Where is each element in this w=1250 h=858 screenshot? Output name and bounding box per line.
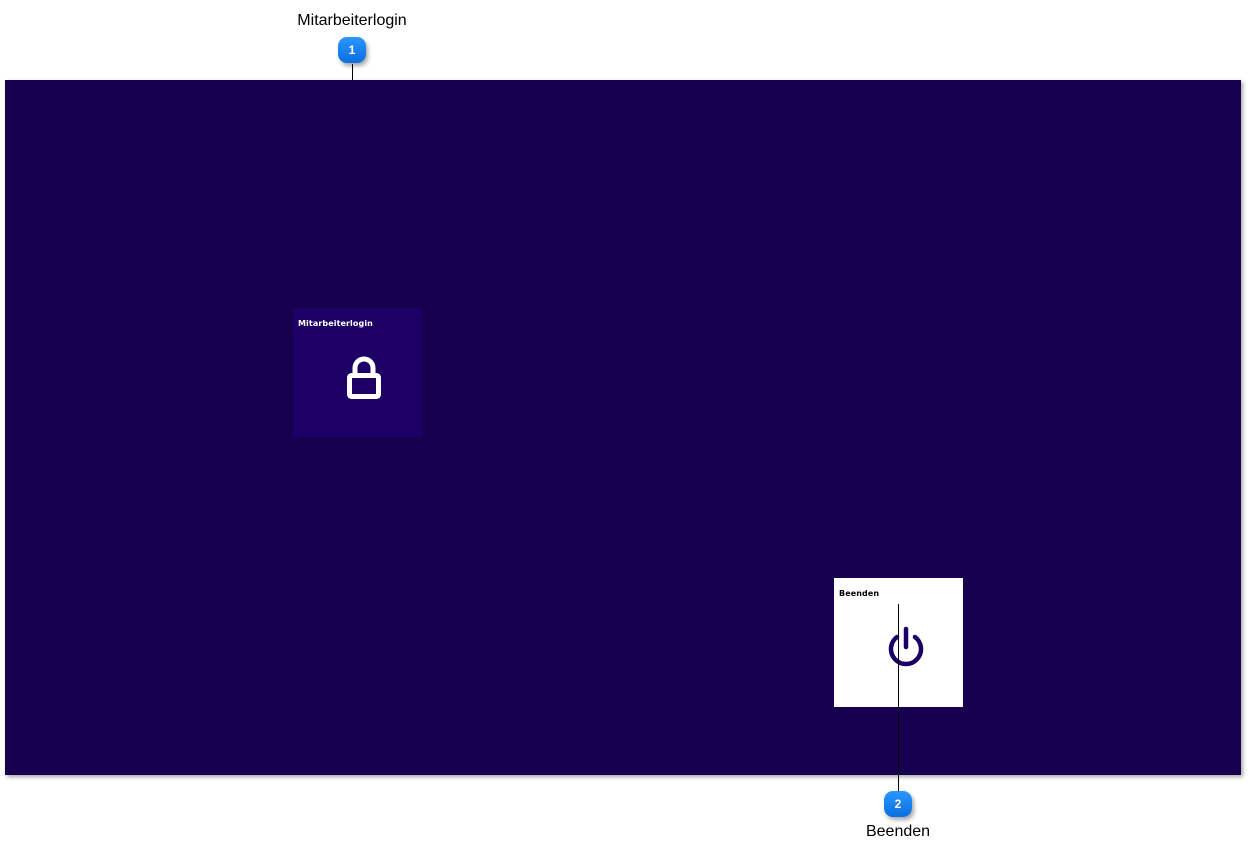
employee-login-label: Mitarbeiterlogin [298,319,373,328]
callout-line-2 [898,604,899,791]
app-screen: Mitarbeiterlogin Beenden [5,80,1241,775]
callout-label-2: Beenden [865,823,931,840]
power-icon [888,626,924,667]
exit-label: Beenden [839,589,880,598]
callout-label-1: Mitarbeiterlogin [297,12,407,29]
annotated-screenshot: Mitarbeiterlogin Mitarbeiterlogin Beende… [0,0,1250,858]
callout-badge-1: 1 [338,37,366,63]
callout-badge-2: 2 [884,791,912,817]
employee-login-tile[interactable]: Mitarbeiterlogin [293,308,422,437]
lock-icon [347,356,381,399]
